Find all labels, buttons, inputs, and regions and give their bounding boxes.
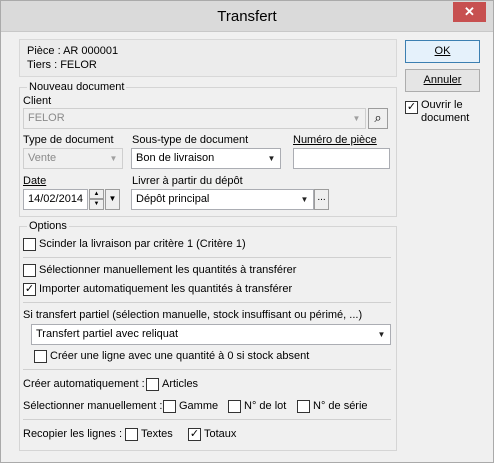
open-document-checkbox[interactable]: ✓	[405, 101, 418, 114]
chevron-up-icon: ▲	[93, 191, 100, 197]
zero-quantity-line-checkbox[interactable]	[34, 350, 47, 363]
check-icon: ✓	[406, 101, 417, 113]
chevron-down-icon: ▼	[108, 194, 117, 203]
select-manual-label: Sélectionner manuellement :	[23, 400, 163, 412]
partial-transfer-value: Transfert partiel avec reliquat	[36, 328, 179, 340]
depot-label: Livrer à partir du dépôt	[132, 175, 243, 187]
articles-checkbox[interactable]	[146, 378, 159, 391]
client-value: FELOR	[28, 112, 65, 124]
texts-checkbox[interactable]	[125, 428, 138, 441]
ok-button[interactable]: OK	[405, 40, 480, 63]
totals-checkbox[interactable]: ✓	[188, 428, 201, 441]
depot-browse-button[interactable]: ...	[314, 189, 329, 210]
close-icon: ✕	[464, 4, 475, 19]
date-label: Date	[23, 175, 47, 187]
transfert-dialog: Transfert ✕ Pièce : AR 000001 Tiers : FE…	[0, 0, 494, 463]
chevron-down-icon: ▼	[109, 154, 118, 163]
piece-number-input[interactable]	[293, 148, 390, 169]
document-type-label: Type de document	[23, 134, 114, 146]
date-input[interactable]: 14/02/2014	[23, 189, 88, 210]
cancel-button[interactable]: Annuler	[405, 69, 480, 92]
split-delivery-label: Scinder la livraison par critère 1 (Crit…	[39, 238, 246, 250]
document-subtype-value: Bon de livraison	[136, 152, 215, 164]
separator	[23, 257, 391, 258]
manual-quantity-label: Sélectionner manuellement les quantités …	[39, 264, 297, 276]
partial-transfer-select[interactable]: Transfert partiel avec reliquat ▼	[31, 324, 391, 345]
document-subtype-label: Sous-type de document	[132, 134, 249, 146]
articles-label: Articles	[162, 378, 199, 390]
cancel-label: Annuler	[423, 74, 462, 86]
lot-number-label: N° de lot	[244, 400, 287, 412]
binoculars-icon: ⌕	[374, 110, 382, 125]
piece-text: Pièce : AR 000001	[27, 45, 119, 57]
separator	[23, 302, 391, 303]
zero-quantity-line-label: Créer une ligne avec une quantité à 0 si…	[50, 350, 310, 362]
ok-label: OK	[434, 45, 451, 57]
chevron-down-icon: ▼	[377, 330, 386, 339]
chevron-down-icon: ▼	[267, 154, 276, 163]
document-type-select: Vente ▼	[23, 148, 123, 169]
auto-import-label: Importer automatiquement les quantités à…	[39, 283, 293, 295]
texts-label: Textes	[141, 428, 173, 440]
serial-number-checkbox[interactable]	[297, 400, 310, 413]
totals-label: Totaux	[204, 428, 237, 440]
open-document-label-line2: document	[421, 112, 470, 124]
title-bar: Transfert ✕	[1, 1, 493, 32]
document-subtype-select[interactable]: Bon de livraison ▼	[131, 148, 281, 169]
gamme-label: Gamme	[179, 400, 219, 412]
date-decrement-button[interactable]: ▼	[89, 199, 104, 210]
depot-select[interactable]: Dépôt principal ▼	[131, 189, 314, 210]
ellipsis-icon: ...	[317, 192, 326, 203]
chevron-down-icon: ▼	[352, 114, 361, 123]
options-legend: Options	[27, 220, 69, 232]
serial-number-label: N° de série	[313, 400, 368, 412]
new-document-legend: Nouveau document	[27, 81, 127, 93]
check-icon: ✓	[24, 283, 35, 295]
date-calendar-button[interactable]: ▼	[105, 189, 120, 210]
partial-transfer-label: Si transfert partiel (sélection manuelle…	[23, 309, 363, 321]
lot-number-checkbox[interactable]	[228, 400, 241, 413]
create-auto-label: Créer automatiquement :	[23, 378, 145, 390]
window-title: Transfert	[217, 8, 277, 25]
open-document-label-line1: Ouvrir le	[421, 99, 463, 111]
document-type-value: Vente	[28, 152, 57, 164]
client-label: Client	[23, 95, 52, 107]
tiers-text: Tiers : FELOR	[27, 59, 97, 71]
auto-import-checkbox[interactable]: ✓	[23, 283, 36, 296]
separator	[23, 369, 391, 370]
close-button[interactable]: ✕	[453, 2, 486, 22]
date-increment-button[interactable]: ▲	[89, 189, 104, 199]
gamme-checkbox[interactable]	[163, 400, 176, 413]
separator	[23, 419, 391, 420]
document-info-box: Pièce : AR 000001 Tiers : FELOR	[19, 39, 397, 77]
depot-value: Dépôt principal	[136, 193, 210, 205]
manual-quantity-checkbox[interactable]	[23, 264, 36, 277]
chevron-down-icon: ▼	[93, 201, 100, 207]
client-search-button[interactable]: ⌕	[368, 108, 388, 129]
split-delivery-checkbox[interactable]	[23, 238, 36, 251]
client-field: FELOR ▼	[23, 108, 366, 129]
chevron-down-icon: ▼	[300, 195, 309, 204]
copy-lines-label: Recopier les lignes :	[23, 428, 123, 440]
piece-number-label: Numéro de pièce	[293, 134, 377, 146]
check-icon: ✓	[189, 428, 200, 440]
